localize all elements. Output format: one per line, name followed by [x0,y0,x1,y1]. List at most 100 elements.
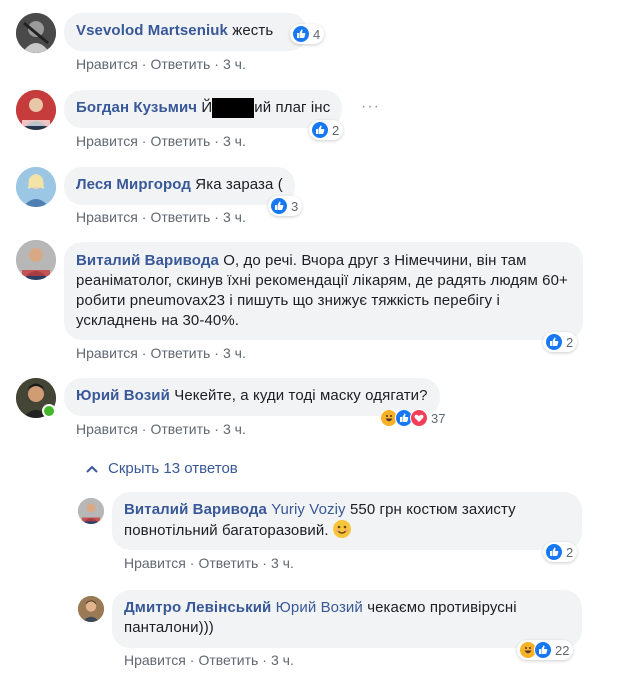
reaction-count: 2 [332,122,340,138]
like-link[interactable]: Нравится [76,345,138,361]
avatar[interactable] [78,596,104,622]
reactions-badge[interactable]: 37 [378,408,449,428]
like-link[interactable]: Нравится [124,652,186,668]
comment-bubble: Богдан Кузьмич Йий плаг інс [64,90,343,128]
timestamp[interactable]: 3 ч. [223,133,246,149]
avatar[interactable] [16,13,56,53]
comment-actions: Нравится · Ответить · 3 ч. [76,345,246,361]
comment-author[interactable]: Богдан Кузьмич [76,99,197,116]
mention-link[interactable]: Yuriy Voziy [271,501,345,518]
timestamp[interactable]: 3 ч. [223,56,246,72]
reactions-badge[interactable]: 22 [517,640,574,660]
love-reaction-icon [410,409,428,427]
reply-bubble: Дмитро Левінський Юрий Возий чекаємо про… [112,590,582,648]
like-link[interactable]: Нравится [76,133,138,149]
comment: Юрий Возий Чекейте, а куди тоді маску од… [0,378,623,443]
comment-bubble: Леся Миргород Яка зараза ( [64,167,295,205]
timestamp[interactable]: 3 ч. [223,209,246,225]
comment-bubble: Виталий Варивода О, до речі. Вчора друг … [64,242,583,340]
separator: · [214,345,219,361]
comment-bubble: Vsevolod Martseniuk жесть [64,13,308,51]
separator: · [214,209,219,225]
separator: · [214,133,219,149]
comment: Vsevolod Martseniuk жесть 4 Нравится · Отв… [0,0,623,80]
smiling-face-icon [332,520,351,538]
separator: · [141,345,147,361]
comment: Леся Миргород Яка зараза ( 3 Нравится · От… [0,165,623,235]
comment-text-end: ий плаг інс [254,99,331,116]
reactions-badge[interactable]: 2 [309,120,344,140]
reaction-count: 22 [555,642,570,658]
avatar[interactable] [16,167,56,207]
reaction-count: 3 [291,198,299,214]
comment-author[interactable]: Леся Миргород [76,176,191,193]
like-reaction-icon [545,333,563,351]
avatar[interactable] [16,240,56,280]
hide-replies-label: Скрыть 13 ответов [108,460,238,477]
online-status-icon [42,404,56,418]
comment-actions: Нравится · Ответить · 3 ч. [76,209,246,225]
reply: Виталий Варивода Yuriy Voziy 550 грн кос… [0,490,623,580]
separator: · [262,555,267,571]
reply-link[interactable]: Ответить [150,56,210,72]
more-options-icon[interactable]: ··· [361,98,380,116]
like-reaction-icon [311,121,329,139]
reaction-count: 2 [566,544,574,560]
comment-text: Чекейте, а куди тоді маску одягати? [174,387,428,404]
reply-actions: Нравится · Ответить · 3 ч. [124,555,294,571]
separator: · [214,421,219,437]
reactions-badge[interactable]: 2 [543,542,578,562]
comment: Виталий Варивода О, до речі. Вчора друг … [0,240,623,365]
reply-author[interactable]: Виталий Варивода [124,501,267,518]
timestamp[interactable]: 3 ч. [223,345,246,361]
reaction-count: 37 [431,410,446,426]
reply-link[interactable]: Ответить [150,209,210,225]
mention-link[interactable]: Юрий Возий [276,599,363,616]
reply-author[interactable]: Дмитро Левінський [124,599,271,616]
like-reaction-icon [534,641,552,659]
comment-author[interactable]: Виталий Варивода [76,252,219,269]
separator: · [141,56,147,72]
reply-link[interactable]: Ответить [198,555,258,571]
separator: · [262,652,267,668]
timestamp[interactable]: 3 ч. [223,421,246,437]
reply: Дмитро Левінський Юрий Возий чекаємо про… [0,588,623,679]
like-reaction-icon [270,197,288,215]
hide-replies-button[interactable]: Скрыть 13 ответов [86,460,238,477]
like-link[interactable]: Нравится [76,421,138,437]
comment-author[interactable]: Юрий Возий [76,387,170,404]
reply-link[interactable]: Ответить [198,652,258,668]
reactions-badge[interactable]: 4 [290,24,325,44]
separator: · [214,56,219,72]
like-reaction-icon [545,543,563,561]
avatar[interactable] [16,90,56,130]
comment-actions: Нравится · Ответить · 3 ч. [76,56,246,72]
separator: · [141,421,147,437]
like-link[interactable]: Нравится [124,555,186,571]
reply-actions: Нравится · Ответить · 3 ч. [124,652,294,668]
reactions-badge[interactable]: 3 [268,196,303,216]
comment-actions: Нравится · Ответить · 3 ч. [76,421,246,437]
reaction-count: 4 [313,26,321,42]
comment-author[interactable]: Vsevolod Martseniuk [76,22,228,39]
reply-link[interactable]: Ответить [150,345,210,361]
chevron-up-icon [86,460,98,477]
reply-bubble: Виталий Варивода Yuriy Voziy 550 грн кос… [112,492,582,550]
comment: Богдан Кузьмич Йий плаг інс ··· 2 Нравит… [0,88,623,158]
reply-link[interactable]: Ответить [150,133,210,149]
comment-text: Йий плаг інс [201,98,331,118]
avatar[interactable] [78,498,104,524]
reactions-badge[interactable]: 2 [543,332,578,352]
comment-actions: Нравится · Ответить · 3 ч. [76,133,246,149]
separator: · [189,652,195,668]
like-reaction-icon [292,25,310,43]
like-link[interactable]: Нравится [76,209,138,225]
comment-text-start: Й [201,99,213,116]
reply-link[interactable]: Ответить [150,421,210,437]
comment-text: Яка зараза ( [195,176,283,193]
separator: · [141,209,147,225]
timestamp[interactable]: 3 ч. [271,555,294,571]
comment-text: жесть [232,22,274,39]
timestamp[interactable]: 3 ч. [271,652,294,668]
like-link[interactable]: Нравится [76,56,138,72]
